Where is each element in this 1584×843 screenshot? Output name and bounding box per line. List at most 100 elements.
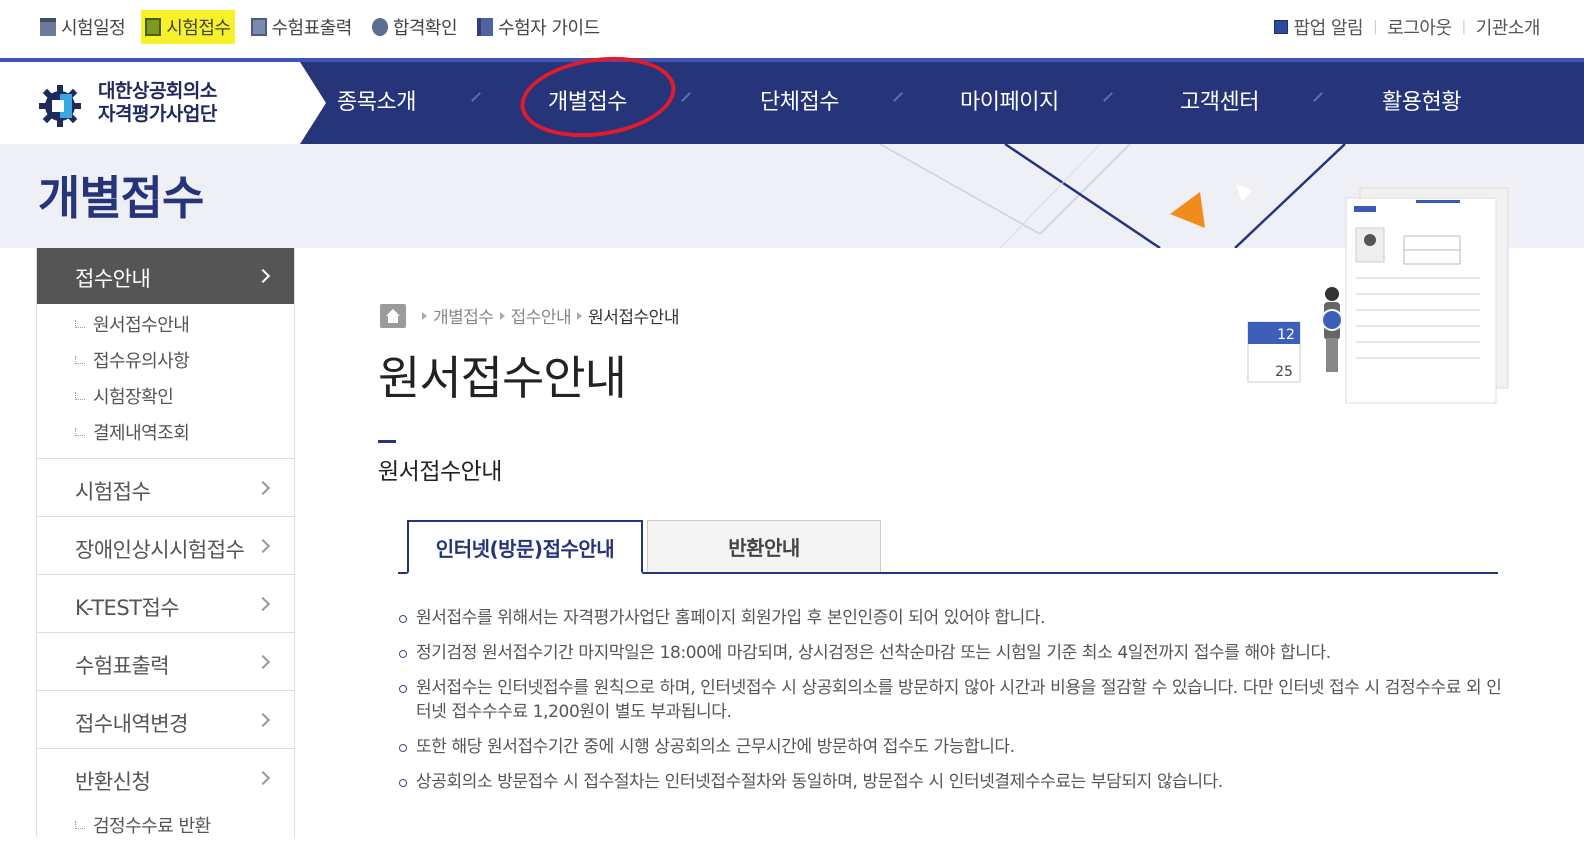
breadcrumb-arrow-icon xyxy=(422,311,427,320)
badge-icon xyxy=(371,18,388,36)
list-item: 정기검정 원서접수기간 마지막일은 18:00에 마감되며, 상시검정은 선착순… xyxy=(398,641,1508,665)
sidebar-subitem-label: 결제내역조회 xyxy=(93,423,190,444)
sidebar-item-registration-guide[interactable]: 접수안내 xyxy=(37,248,294,304)
tree-dot-icon xyxy=(75,356,85,364)
book-icon xyxy=(477,18,494,36)
sidebar-item-ktest[interactable]: K-TEST접수 xyxy=(37,575,294,633)
hero-decoration xyxy=(879,144,1346,248)
info-list: 원서접수를 위해서는 자격평가사업단 홈페이지 회원가입 후 본인인증이 되어 … xyxy=(398,606,1508,805)
sidebar-subitem-application-guide[interactable]: 원서접수안내 xyxy=(37,306,294,342)
sidebar-subitem-payment-history[interactable]: 결제내역조회 xyxy=(37,414,294,450)
calendar-icon xyxy=(40,18,56,36)
sidebar-header-label: 접수안내 xyxy=(75,267,151,291)
section-title: 원서접수안내 xyxy=(378,459,502,485)
pen-icon xyxy=(145,18,162,36)
breadcrumb-arrow-icon xyxy=(577,311,583,320)
logo-line1: 대한상공회의소 xyxy=(98,80,217,102)
menu-item-customer-center[interactable]: 고객센터 xyxy=(1180,84,1259,116)
breadcrumb-current: 원서접수안내 xyxy=(588,308,679,328)
sidebar-item-label: 접수내역변경 xyxy=(75,712,188,736)
logo-text: 대한상공회의소 자격평가사업단 xyxy=(98,80,217,126)
list-item: 원서접수는 인터넷접수를 원칙으로 하며, 인터넷접수 시 상공회의소를 방문하… xyxy=(398,676,1508,724)
divider: | xyxy=(1373,19,1378,35)
title-accent-bar xyxy=(378,440,396,443)
breadcrumb-link[interactable]: 접수안내 xyxy=(511,303,572,328)
page-title: 원서접수안내 xyxy=(378,351,627,405)
sidebar-subitem-label: 시험장확인 xyxy=(93,387,174,408)
sidebar-item-label: 시험접수 xyxy=(75,480,151,504)
menu-divider xyxy=(1313,92,1323,102)
sidebar-subitem-exam-site[interactable]: 시험장확인 xyxy=(37,378,294,414)
popup-alert-link[interactable]: 팝업 알림 xyxy=(1273,14,1364,40)
menu-divider xyxy=(1103,92,1113,102)
hero-banner: 개별접수 xyxy=(0,144,1584,248)
menu-item-mypage[interactable]: 마이페이지 xyxy=(960,84,1059,116)
util-exam-schedule[interactable]: 시험일정 xyxy=(36,10,129,44)
popup-icon xyxy=(1273,20,1288,34)
sidebar-item-refund[interactable]: 반환신청 xyxy=(37,749,294,807)
tab-refund-guide[interactable]: 반환안내 xyxy=(647,520,881,572)
menu-item-usage-status[interactable]: 활용현황 xyxy=(1382,84,1461,116)
logo[interactable]: 대한상공회의소 자격평가사업단 xyxy=(0,62,326,144)
tab-bar: 인터넷(방문)접수안내 반환안내 xyxy=(398,520,1498,574)
tree-dot-icon xyxy=(75,320,85,328)
util-label: 수험자 가이드 xyxy=(498,18,600,39)
sidebar-item-print-ticket[interactable]: 수험표출력 xyxy=(37,633,294,691)
sidebar-subitem-notes[interactable]: 접수유의사항 xyxy=(37,342,294,378)
home-icon[interactable] xyxy=(380,303,406,328)
sidebar-subitem-label: 검정수수료 반환 xyxy=(93,816,211,837)
divider: | xyxy=(1461,19,1467,35)
utility-bar: 시험일정 시험접수 수험표출력 합격확인 수험자 가이드 팝업 알림 | 로그아… xyxy=(0,0,1584,58)
tree-dot-icon xyxy=(75,428,85,436)
sidebar-item-label: K-TEST접수 xyxy=(75,596,180,620)
tree-dot-icon xyxy=(75,392,85,400)
calendar-bottom-number: 25 xyxy=(1275,364,1293,380)
menu-divider xyxy=(471,92,481,102)
chevron-right-icon xyxy=(255,268,271,284)
sidebar-submenu: 원서접수안내 접수유의사항 시험장확인 결제내역조회 xyxy=(37,304,294,459)
menu-divider xyxy=(893,92,903,102)
logout-link[interactable]: 로그아웃 xyxy=(1387,14,1452,40)
sidebar-item-label: 반환신청 xyxy=(75,770,151,794)
menu-item-subjects[interactable]: 종목소개 xyxy=(337,84,416,116)
util-label: 시험일정 xyxy=(61,18,126,39)
tab-internet-registration[interactable]: 인터넷(방문)접수안내 xyxy=(407,520,643,574)
menu-item-individual-registration[interactable]: 개별접수 xyxy=(548,84,627,116)
logo-line2: 자격평가사업단 xyxy=(98,103,217,125)
sidebar-subitem-label: 접수유의사항 xyxy=(93,351,190,372)
util-label: 수험표출력 xyxy=(271,18,353,39)
util-guide[interactable]: 수험자 가이드 xyxy=(473,10,604,44)
sidebar-item-disabled-exam[interactable]: 장애인상시시험접수 xyxy=(37,517,294,575)
main-navigation: 대한상공회의소 자격평가사업단 종목소개 개별접수 단체접수 마이페이지 고객센… xyxy=(0,58,1584,144)
util-pass-check[interactable]: 합격확인 xyxy=(368,10,461,44)
breadcrumb: 개별접수 접수안내 원서접수안내 xyxy=(380,303,679,328)
logo-gear-icon xyxy=(39,85,81,127)
main-menu: 종목소개 개별접수 단체접수 마이페이지 고객센터 활용현황 xyxy=(300,62,1584,144)
list-item: 원서접수를 위해서는 자격평가사업단 홈페이지 회원가입 후 본인인증이 되어 … xyxy=(398,606,1508,630)
about-link[interactable]: 기관소개 xyxy=(1476,14,1541,40)
util-exam-registration[interactable]: 시험접수 xyxy=(141,10,235,44)
menu-divider xyxy=(681,92,691,102)
sidebar-item-label: 장애인상시시험접수 xyxy=(75,538,245,562)
sidebar-item-change-registration[interactable]: 접수내역변경 xyxy=(37,691,294,749)
sidebar-item-label: 수험표출력 xyxy=(75,654,170,678)
sidebar: 접수안내 원서접수안내 접수유의사항 시험장확인 결제내역조회 시험접수 장애인… xyxy=(36,248,295,837)
sidebar-subitem-fee-refund[interactable]: 검정수수료 반환 xyxy=(37,807,294,843)
tree-dot-icon xyxy=(75,821,85,829)
utility-nav-left: 시험일정 시험접수 수험표출력 합격확인 수험자 가이드 xyxy=(36,10,604,44)
sidebar-subitem-label: 원서접수안내 xyxy=(93,315,190,336)
chevron-right-icon xyxy=(255,538,271,553)
sidebar-item-exam-registration[interactable]: 시험접수 xyxy=(37,459,294,517)
util-print-ticket[interactable]: 수험표출력 xyxy=(247,10,356,44)
util-label: 시험접수 xyxy=(166,18,231,39)
chevron-right-icon xyxy=(255,712,271,727)
chevron-right-icon xyxy=(255,480,271,495)
breadcrumb-link[interactable]: 개별접수 xyxy=(433,303,494,328)
chevron-right-icon xyxy=(255,654,271,669)
breadcrumb-arrow-icon xyxy=(499,311,505,320)
menu-item-group-registration[interactable]: 단체접수 xyxy=(760,84,839,116)
list-item: 또한 해당 원서접수기간 중에 시행 상공회의소 근무시간에 방문하여 접수도 … xyxy=(398,735,1508,759)
hero-title: 개별접수 xyxy=(38,171,204,225)
chevron-right-icon xyxy=(255,770,271,786)
list-item: 상공회의소 방문접수 시 접수절차는 인터넷접수절차와 동일하며, 방문접수 시… xyxy=(398,770,1508,794)
